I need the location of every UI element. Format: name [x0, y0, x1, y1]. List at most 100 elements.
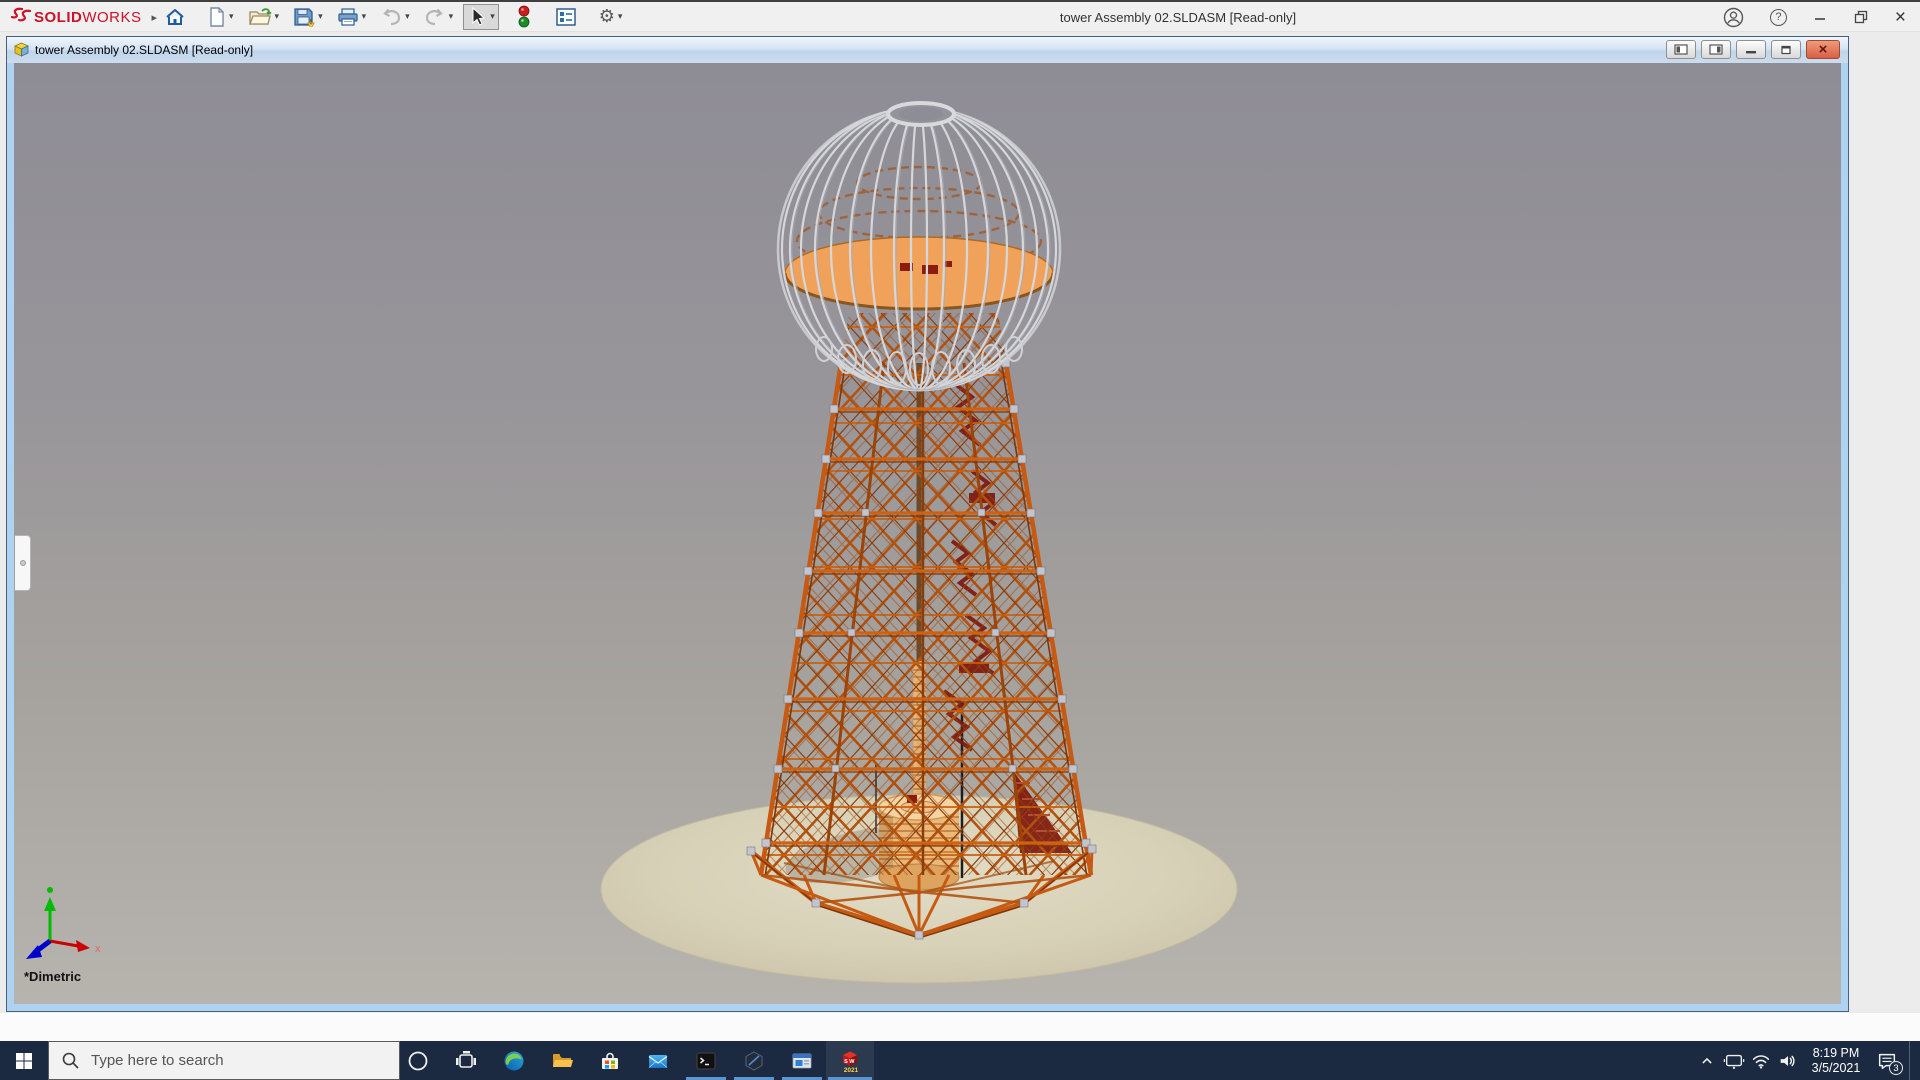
restore-icon[interactable] — [1853, 9, 1869, 25]
minimize-icon — [1745, 45, 1757, 55]
print-caret[interactable]: ▾ — [362, 12, 367, 22]
taskbar-cortana-button[interactable] — [394, 1041, 442, 1080]
start-icon — [15, 1052, 33, 1070]
sw-year-label: 2021 — [844, 1067, 859, 1074]
start-button[interactable] — [0, 1041, 48, 1080]
task-pane-button[interactable] — [551, 4, 581, 30]
tab-grip-dot — [20, 560, 26, 566]
select-cursor-icon — [467, 6, 487, 28]
tray-display-button[interactable] — [1720, 1041, 1747, 1080]
help-icon[interactable]: ? — [1770, 9, 1787, 26]
tray-chevron-button[interactable] — [1693, 1041, 1720, 1080]
redo-icon — [424, 8, 446, 26]
edge-icon — [502, 1049, 526, 1073]
pane-right-button[interactable] — [1701, 40, 1731, 59]
tray-network-button[interactable] — [1747, 1041, 1774, 1080]
cortana-icon — [407, 1050, 429, 1072]
feature-manager-collapsed-tab[interactable] — [15, 535, 31, 591]
new-document-caret[interactable]: ▾ — [229, 12, 234, 22]
open-icon — [248, 7, 272, 27]
graphics-viewport[interactable]: x *Dimetric — [14, 63, 1841, 1004]
pane-left-button[interactable] — [1666, 40, 1696, 59]
open-button[interactable]: ▾ — [244, 4, 284, 30]
close-icon: × — [1819, 42, 1828, 57]
taskbar-edge-button[interactable] — [490, 1041, 538, 1080]
taskbar-window-app-button[interactable] — [778, 1041, 826, 1080]
doc-minimize-button[interactable] — [1736, 40, 1766, 59]
svg-text:x: x — [95, 943, 101, 955]
action-center-button[interactable]: 3 — [1871, 1041, 1903, 1080]
new-document-button[interactable]: ▾ — [204, 4, 238, 30]
task-view-icon — [454, 1049, 478, 1073]
flyout-icon[interactable]: ▸ — [152, 11, 158, 24]
clock-time: 8:19 PM — [1805, 1046, 1867, 1061]
taskbar-store-button[interactable] — [586, 1041, 634, 1080]
search-input[interactable] — [89, 1051, 369, 1070]
solidworks-icon: SW 2021 — [837, 1048, 863, 1074]
redo-button[interactable]: ▾ — [420, 4, 458, 30]
wifi-icon — [1750, 1050, 1772, 1072]
tray-clock[interactable]: 8:19 PM 3/5/2021 — [1805, 1046, 1867, 1076]
view-orientation-label: *Dimetric — [24, 969, 81, 984]
new-document-icon — [208, 7, 226, 27]
options-caret[interactable]: ▾ — [618, 12, 623, 22]
task-list-icon — [555, 7, 577, 27]
print-button[interactable]: ▾ — [333, 4, 371, 30]
taskbar-task-view-button[interactable] — [442, 1041, 490, 1080]
options-button[interactable]: ⚙ ▾ — [595, 4, 627, 30]
open-caret[interactable]: ▾ — [275, 12, 280, 22]
orientation-triad-icon: x — [18, 871, 118, 981]
restore-icon — [1780, 45, 1792, 55]
select-caret[interactable]: ▾ — [490, 12, 495, 22]
doc-close-button[interactable]: × — [1806, 40, 1840, 59]
taskbar-search[interactable] — [48, 1041, 400, 1080]
tray-volume-button[interactable] — [1774, 1041, 1801, 1080]
hexagon-app-icon — [742, 1049, 766, 1073]
taskbar-mail-button[interactable] — [634, 1041, 682, 1080]
save-button[interactable]: ▾ — [289, 4, 327, 30]
account-icon[interactable] — [1723, 7, 1744, 28]
redo-caret[interactable]: ▾ — [449, 12, 454, 22]
brand-works: WORKS — [82, 9, 141, 26]
minimize-icon[interactable] — [1813, 10, 1827, 24]
assembly-doc-icon — [13, 42, 30, 58]
document-window: tower Assembly 02.SLDASM [Read-only] — [6, 36, 1849, 1012]
undo-button[interactable]: ▾ — [376, 4, 414, 30]
document-title-bar[interactable]: tower Assembly 02.SLDASM [Read-only] — [7, 37, 1848, 63]
search-icon — [61, 1051, 81, 1071]
app-title-bar: SOLIDWORKS ▸ ▾ — [0, 0, 1920, 32]
sw-cube-label: SW — [844, 1059, 856, 1065]
status-bar — [0, 1013, 1920, 1041]
select-tool-button[interactable]: ▾ — [463, 4, 499, 30]
volume-icon — [1777, 1050, 1799, 1072]
show-desktop-button[interactable] — [1909, 1041, 1914, 1080]
close-icon[interactable]: × — [1895, 8, 1906, 27]
taskbar-solidworks-button[interactable]: SW 2021 — [826, 1041, 874, 1080]
taskbar-terminal-button[interactable] — [682, 1041, 730, 1080]
tower-lattice[interactable] — [761, 313, 1091, 877]
taskbar-file-explorer-button[interactable] — [538, 1041, 586, 1080]
pane-right-icon — [1709, 44, 1723, 55]
clock-date: 3/5/2021 — [1805, 1061, 1867, 1076]
home-button[interactable] — [160, 4, 190, 30]
doc-restore-button[interactable] — [1771, 40, 1801, 59]
save-icon — [293, 7, 315, 27]
store-icon — [598, 1049, 622, 1073]
brand-solid: SOLID — [34, 9, 82, 26]
rebuild-button[interactable] — [513, 4, 535, 30]
windows-taskbar: SW 2021 — [0, 1041, 1920, 1080]
pane-left-icon — [1674, 44, 1688, 55]
undo-caret[interactable]: ▾ — [405, 12, 410, 22]
mail-icon — [646, 1049, 670, 1073]
document-title: tower Assembly 02.SLDASM [Read-only] — [35, 43, 253, 57]
taskbar-hexagon-app-button[interactable] — [730, 1041, 778, 1080]
options-gear-icon: ⚙ — [599, 7, 615, 27]
undo-icon — [380, 8, 402, 26]
app-title: tower Assembly 02.SLDASM [Read-only] — [1060, 10, 1296, 25]
solidworks-mark-icon — [8, 6, 34, 28]
save-caret[interactable]: ▾ — [318, 12, 323, 22]
rebuild-traffic-light-icon — [517, 5, 531, 29]
tower-3d-model[interactable] — [14, 63, 1841, 1004]
chevron-up-icon — [1697, 1051, 1717, 1071]
solidworks-app-window: SOLIDWORKS ▸ ▾ — [0, 0, 1920, 1080]
